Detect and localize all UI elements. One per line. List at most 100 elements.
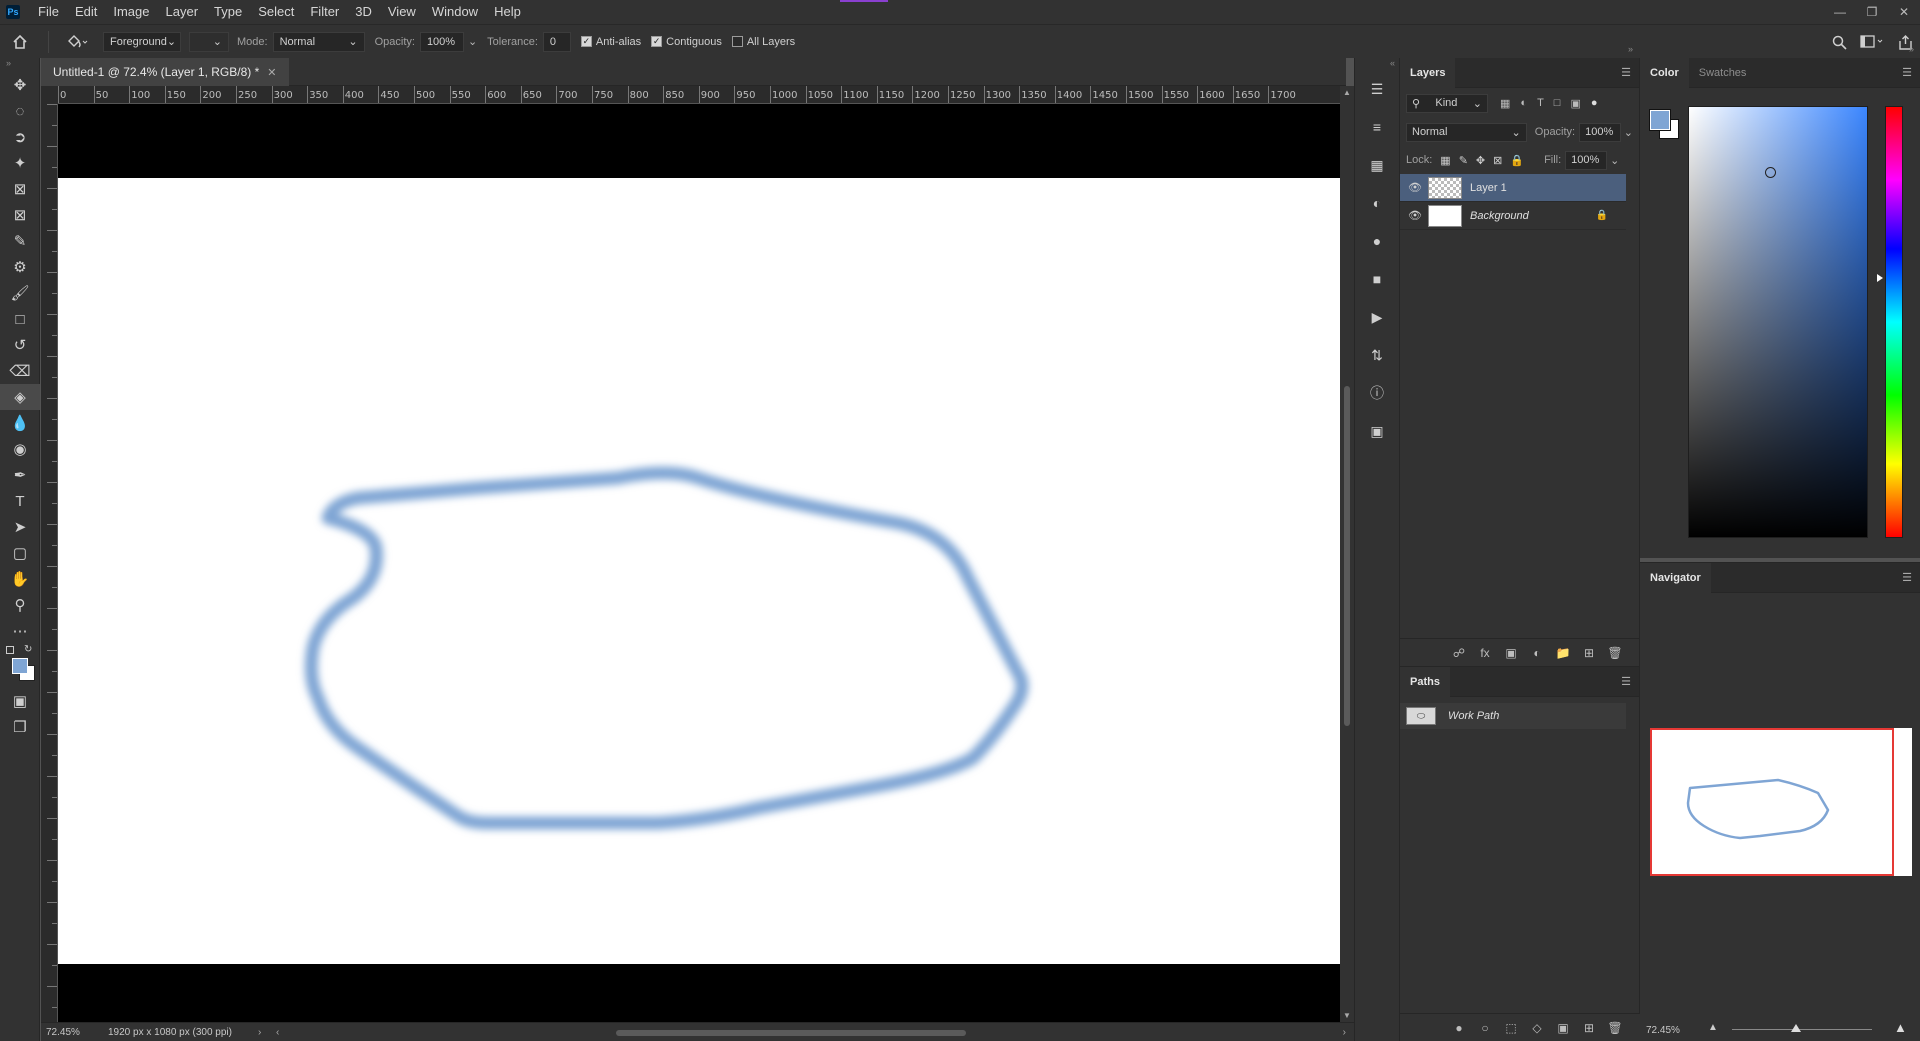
horizontal-scroll-thumb[interactable] — [616, 1030, 966, 1036]
color-picker-cursor[interactable] — [1765, 167, 1776, 178]
history-icon[interactable]: ⇅ — [1355, 336, 1399, 374]
scroll-left-icon[interactable]: ‹ — [276, 1027, 279, 1038]
tab-swatches[interactable]: Swatches — [1689, 58, 1757, 88]
mode-select[interactable]: Normal ⌄ — [272, 31, 365, 52]
menu-select[interactable]: Select — [250, 0, 302, 24]
pattern-picker[interactable]: ⌄ — [189, 31, 229, 52]
lock-all-icon[interactable]: 🔒 — [1510, 154, 1524, 167]
stroke-path-icon[interactable]: ○ — [1472, 1021, 1498, 1035]
adjustment-layer-icon[interactable]: ◐ — [1524, 646, 1550, 660]
hand-tool-icon[interactable]: ✋ — [0, 566, 40, 592]
lock-image-icon[interactable]: ✎ — [1459, 154, 1468, 167]
layer-filter-select[interactable]: ⚲ Kind ⌄ — [1406, 93, 1488, 113]
close-tab-icon[interactable]: ✕ — [267, 66, 276, 79]
restore-icon[interactable]: ❐ — [1856, 0, 1888, 24]
menu-view[interactable]: View — [380, 0, 424, 24]
dodge-tool-icon[interactable]: ◉ — [0, 436, 40, 462]
load-selection-icon[interactable]: ⬚ — [1498, 1021, 1524, 1035]
swap-colors-icon[interactable]: ↻ — [24, 644, 32, 655]
zoom-slider-thumb[interactable] — [1791, 1024, 1801, 1032]
search-icon[interactable] — [1824, 35, 1854, 50]
actions-icon[interactable]: ▶ — [1355, 298, 1399, 336]
fill-input[interactable]: 100% — [1565, 150, 1608, 170]
zoom-slider-track[interactable] — [1732, 1029, 1872, 1030]
hue-slider[interactable] — [1885, 106, 1903, 538]
channels-icon[interactable]: ● — [1355, 222, 1399, 260]
fill-path-icon[interactable]: ● — [1446, 1021, 1472, 1035]
screen-mode-icon[interactable]: ❐ — [0, 714, 40, 740]
layer-row-layer-1[interactable]: 👁 Layer 1 — [1400, 174, 1626, 202]
lock-position-icon[interactable]: ✥ — [1476, 154, 1485, 167]
menu-window[interactable]: Window — [424, 0, 486, 24]
make-work-path-icon[interactable]: ◇ — [1524, 1021, 1550, 1035]
elliptical-marquee-tool-icon[interactable]: ◌ — [0, 98, 40, 124]
tab-layers[interactable]: Layers — [1400, 57, 1456, 88]
lock-transparent-icon[interactable]: ▦ — [1440, 154, 1450, 167]
lock-artboard-icon[interactable]: ⊠ — [1493, 154, 1502, 167]
delete-layer-icon[interactable]: 🗑 — [1602, 646, 1628, 660]
document-canvas[interactable] — [58, 178, 1340, 964]
foreground-color-swatch[interactable] — [1649, 109, 1671, 131]
color-saturation-field[interactable] — [1688, 106, 1868, 538]
rectangle-tool-icon[interactable]: ▢ — [0, 540, 40, 566]
gradients-icon[interactable]: ■ — [1355, 260, 1399, 298]
layer-name[interactable]: Background — [1470, 210, 1529, 222]
frame-tool-icon[interactable]: ⊠ — [0, 202, 40, 228]
share-icon[interactable] — [1890, 34, 1920, 50]
anti-alias-checkbox[interactable]: ✓ Anti-alias — [580, 36, 641, 48]
canvas-area[interactable] — [58, 104, 1340, 1022]
lasso-tool-icon[interactable]: ➲ — [0, 124, 40, 150]
expand-panel-icon[interactable]: » — [1909, 44, 1914, 54]
filter-smart-object-icon[interactable]: ▣ — [1570, 97, 1580, 110]
blur-tool-icon[interactable]: 💧 — [0, 410, 40, 436]
navigator-view-frame[interactable] — [1650, 728, 1894, 876]
hue-slider-marker[interactable] — [1877, 274, 1883, 282]
panel-menu-icon[interactable]: ☰ — [1621, 675, 1631, 688]
status-menu-chevron-icon[interactable]: › — [258, 1027, 276, 1038]
link-layers-icon[interactable]: ☍ — [1446, 646, 1472, 660]
visibility-eye-icon[interactable]: 👁 — [1408, 181, 1422, 194]
layer-opacity-input[interactable]: 100% — [1579, 122, 1621, 142]
fill-source-select[interactable]: Foreground ⌄ — [103, 31, 181, 52]
default-colors-icon[interactable] — [6, 646, 14, 654]
minimize-icon[interactable]: — — [1824, 0, 1856, 24]
menu-type[interactable]: Type — [206, 0, 250, 24]
menu-image[interactable]: Image — [105, 0, 157, 24]
history-brush-tool-icon[interactable]: ↺ — [0, 332, 40, 358]
expand-panel-icon[interactable]: » — [1628, 44, 1633, 54]
menu-layer[interactable]: Layer — [158, 0, 207, 24]
menu-edit[interactable]: Edit — [67, 0, 105, 24]
zoom-out-icon[interactable]: ▲ — [1708, 1022, 1718, 1033]
scroll-right-icon[interactable]: › — [1343, 1027, 1346, 1038]
add-mask-icon[interactable]: ▣ — [1550, 1021, 1576, 1035]
panel-menu-icon[interactable]: ☰ — [1621, 66, 1631, 79]
paint-bucket-preset-icon[interactable] — [57, 34, 97, 50]
delete-path-icon[interactable]: 🗑 — [1602, 1021, 1628, 1035]
layer-style-fx-icon[interactable]: fx — [1472, 646, 1498, 660]
tab-navigator[interactable]: Navigator — [1640, 562, 1711, 593]
crop-tool-icon[interactable]: ⊠ — [0, 176, 40, 202]
brush-tool-icon[interactable]: 🖌 — [0, 280, 40, 306]
properties-icon[interactable]: ▣ — [1355, 412, 1399, 450]
vertical-ruler[interactable] — [41, 104, 58, 1024]
chevron-down-icon[interactable]: ⌄ — [1610, 154, 1619, 167]
new-path-icon[interactable]: ⊞ — [1576, 1021, 1602, 1035]
color-swatches-tool[interactable]: ↻ — [0, 644, 39, 688]
workspace-icon[interactable] — [1854, 35, 1890, 49]
contiguous-checkbox[interactable]: ✓ Contiguous — [651, 36, 722, 48]
menu-filter[interactable]: Filter — [302, 0, 347, 24]
libraries-icon[interactable]: ▦ — [1355, 146, 1399, 184]
adjustments-icon[interactable]: ≡ — [1355, 108, 1399, 146]
layer-row-background[interactable]: 👁 Background 🔒 — [1400, 202, 1626, 230]
magic-wand-tool-icon[interactable]: ✦ — [0, 150, 40, 176]
document-tab[interactable]: Untitled-1 @ 72.4% (Layer 1, RGB/8) * ✕ — [41, 58, 289, 86]
blend-mode-select[interactable]: Normal ⌄ — [1406, 122, 1527, 142]
close-icon[interactable]: ✕ — [1888, 0, 1920, 24]
opacity-input[interactable]: 100% — [419, 31, 464, 52]
move-tool-icon[interactable]: ✥ — [0, 72, 40, 98]
path-selection-tool-icon[interactable]: ➤ — [0, 514, 40, 540]
clone-stamp-tool-icon[interactable]: □ — [0, 306, 40, 332]
paint-bucket-tool-icon[interactable]: ◈ — [0, 384, 40, 410]
path-row-work-path[interactable]: ⬭ Work Path — [1400, 703, 1626, 729]
new-group-icon[interactable]: 📁 — [1550, 646, 1576, 660]
